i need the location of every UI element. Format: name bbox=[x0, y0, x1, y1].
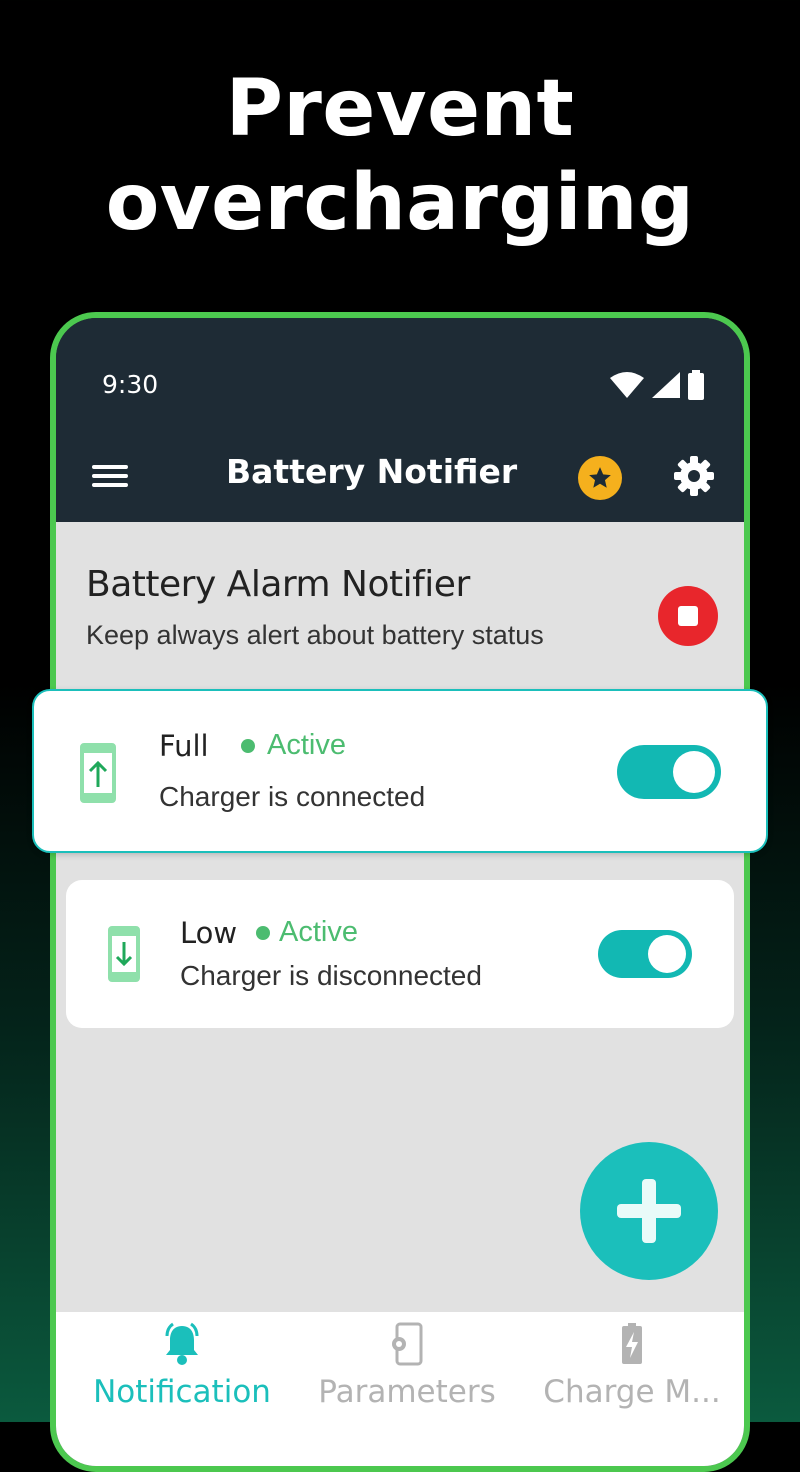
gear-icon bbox=[674, 456, 714, 496]
hamburger-icon-bar bbox=[92, 465, 128, 469]
phone-frame: 9:30 Battery Notifier Battery Alarm Noti… bbox=[50, 312, 750, 1472]
star-icon bbox=[589, 467, 611, 488]
bottom-navigation: Notification Parameters Charge M... bbox=[56, 1312, 744, 1466]
main-content: Battery Alarm Notifier Keep always alert… bbox=[56, 522, 744, 1312]
status-time: 9:30 bbox=[102, 370, 159, 399]
alarm-label: Low bbox=[180, 916, 238, 950]
battery-charging-up-icon bbox=[80, 743, 116, 803]
status-dot bbox=[256, 926, 270, 940]
cellular-signal-icon bbox=[652, 372, 680, 398]
battery-charge-icon bbox=[622, 1323, 642, 1364]
headline-line-1: Prevent bbox=[225, 64, 575, 154]
alarm-label: Full bbox=[159, 729, 209, 763]
alarm-description: Charger is disconnected bbox=[180, 960, 482, 991]
app-bar: Battery Notifier bbox=[56, 438, 744, 522]
menu-button[interactable] bbox=[92, 460, 128, 496]
bell-icon bbox=[165, 1322, 199, 1365]
nav-item-notification[interactable]: Notification bbox=[67, 1312, 297, 1422]
page-subtitle: Keep always alert about battery status bbox=[86, 620, 544, 650]
hamburger-icon-bar bbox=[92, 483, 128, 487]
alarm-card-low[interactable]: Low Active Charger is disconnected bbox=[66, 880, 734, 1028]
premium-button[interactable] bbox=[578, 456, 622, 500]
alarm-toggle[interactable] bbox=[617, 745, 721, 799]
alarm-card-full[interactable]: Full Active Charger is connected bbox=[32, 689, 768, 853]
nav-label-notification: Notification bbox=[93, 1374, 271, 1410]
app-title: Battery Notifier bbox=[226, 452, 518, 491]
battery-charging-down-icon bbox=[108, 926, 140, 982]
nav-label-charge-monitor: Charge M... bbox=[543, 1374, 721, 1410]
stop-button[interactable] bbox=[658, 586, 718, 646]
stop-icon bbox=[678, 606, 698, 626]
headline-line-2: overcharging bbox=[105, 158, 695, 248]
phone-settings-icon bbox=[392, 1322, 423, 1366]
status-bar: 9:30 bbox=[56, 318, 744, 438]
promo-headline: Prevent overcharging bbox=[0, 62, 800, 250]
status-dot bbox=[241, 739, 255, 753]
wifi-icon bbox=[610, 372, 644, 398]
nav-item-charge-monitor[interactable]: Charge M... bbox=[517, 1312, 744, 1422]
add-alarm-button[interactable] bbox=[580, 1142, 718, 1280]
alarm-toggle[interactable] bbox=[598, 930, 692, 978]
page-title: Battery Alarm Notifier bbox=[86, 564, 470, 605]
settings-button[interactable] bbox=[672, 454, 716, 498]
alarm-description: Charger is connected bbox=[159, 781, 426, 812]
hamburger-icon-bar bbox=[92, 474, 128, 478]
toggle-knob bbox=[673, 751, 715, 793]
nav-label-parameters: Parameters bbox=[318, 1374, 496, 1410]
battery-status-icon bbox=[688, 370, 704, 400]
alarm-status: Active bbox=[279, 916, 358, 948]
nav-item-parameters[interactable]: Parameters bbox=[292, 1312, 522, 1422]
toggle-knob bbox=[648, 935, 686, 973]
alarm-status: Active bbox=[267, 729, 346, 761]
system-icons bbox=[610, 370, 704, 400]
